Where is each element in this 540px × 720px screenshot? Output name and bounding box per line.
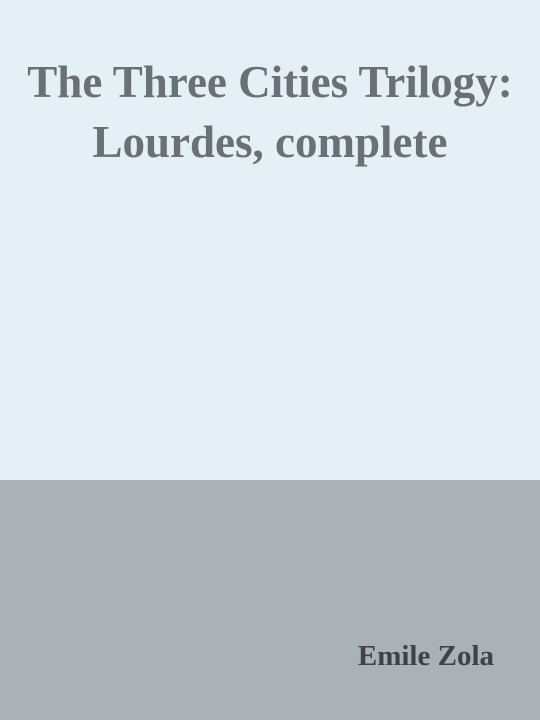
cover-bottom-panel: [0, 480, 540, 720]
book-title: The Three Cities Trilogy: Lourdes, compl…: [27, 57, 513, 167]
book-author: Emile Zola: [357, 640, 494, 672]
book-cover: The Three Cities Trilogy: Lourdes, compl…: [0, 0, 540, 720]
cover-top-panel: The Three Cities Trilogy: Lourdes, compl…: [0, 0, 540, 480]
